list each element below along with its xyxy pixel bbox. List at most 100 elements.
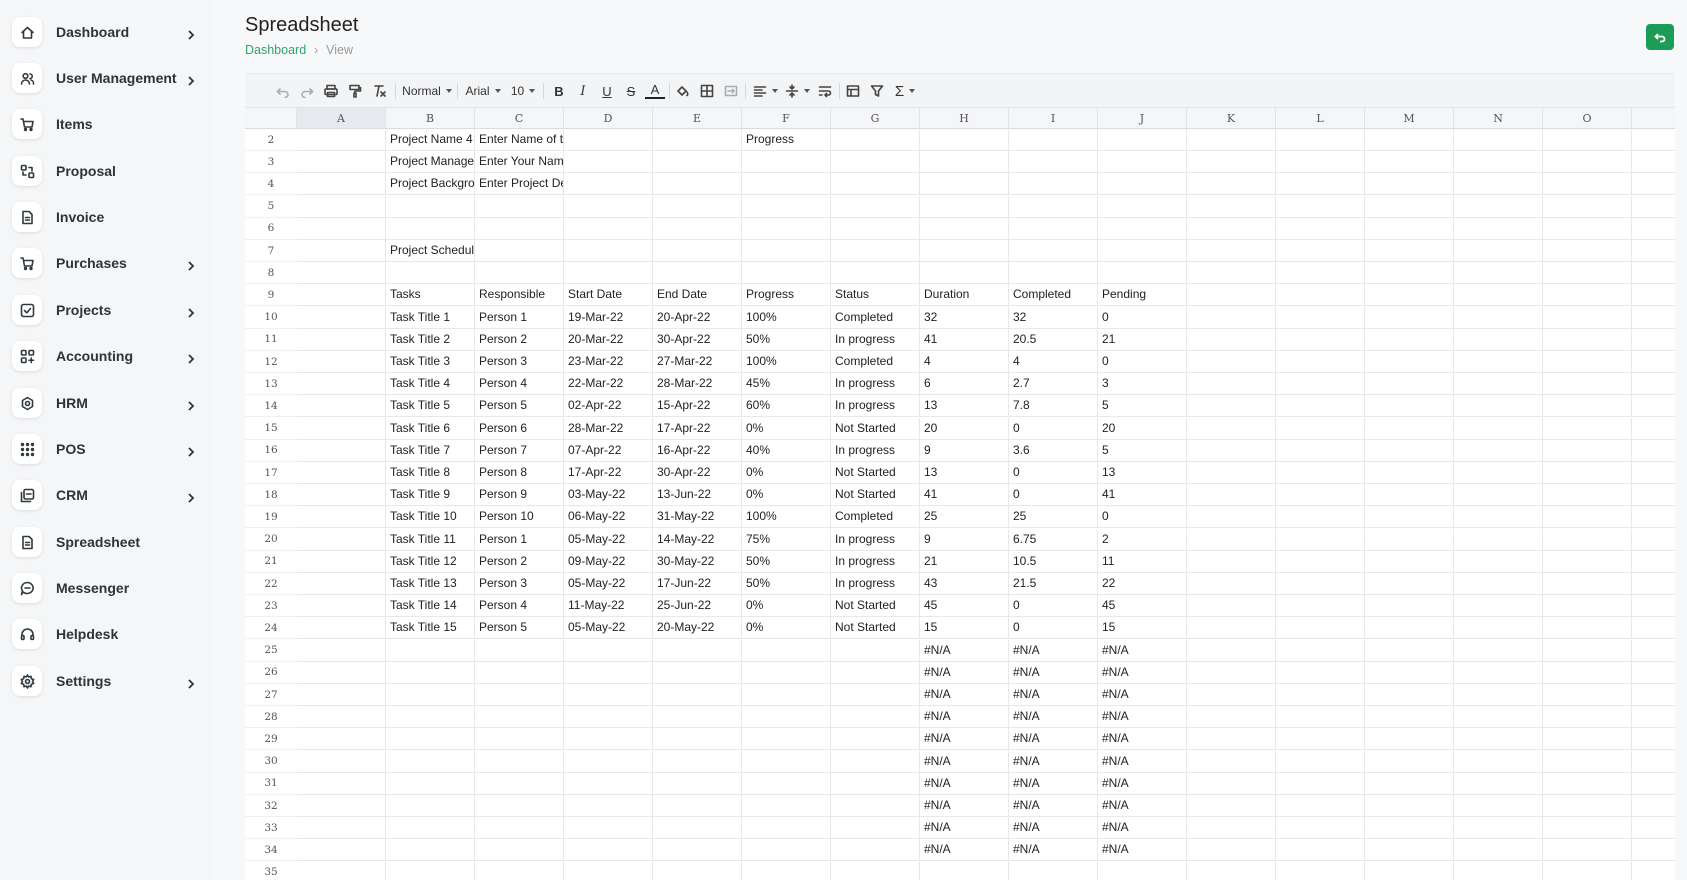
cell-d[interactable] [564,151,653,174]
cell-b[interactable]: Task Title 4 [386,373,475,396]
row-header[interactable]: 14 [245,395,297,418]
cell[interactable] [1632,196,1675,218]
cell-b[interactable]: Task Title 8 [386,462,475,484]
cell-c[interactable] [475,217,564,240]
cell-n[interactable] [1454,573,1543,595]
cell-o[interactable] [1543,462,1632,484]
cell-d[interactable] [564,173,653,196]
cell-a[interactable] [297,262,386,285]
cell-c[interactable]: Person 3 [475,573,564,595]
cell-b[interactable]: Task Title 13 [386,573,475,595]
cell-f[interactable]: 0% [742,417,831,440]
cell-o[interactable] [1543,151,1632,174]
cell-c[interactable] [475,684,564,706]
cell-l[interactable] [1276,728,1365,751]
cell-l[interactable] [1276,173,1365,196]
cell-i[interactable]: #N/A [1009,661,1098,684]
cell-h[interactable]: #N/A [920,750,1009,773]
cell-f[interactable]: 45% [742,373,831,396]
cell-c[interactable] [475,772,564,795]
cell-d[interactable]: 05-May-22 [564,528,653,551]
cell-j[interactable] [1098,217,1187,240]
cell-k[interactable] [1187,617,1276,640]
sidebar-item-settings[interactable]: Settings [12,663,202,699]
cell-o[interactable] [1543,306,1632,329]
cell-g[interactable] [831,262,920,285]
cell-g[interactable] [831,661,920,684]
cell-h[interactable] [920,129,1009,151]
cell[interactable] [1632,351,1675,373]
row-header[interactable]: 2 [245,129,297,151]
cell-o[interactable] [1543,528,1632,551]
cell-d[interactable]: 19-Mar-22 [564,306,653,329]
cell-i[interactable] [1009,173,1098,196]
cell-d[interactable]: 17-Apr-22 [564,462,653,484]
cell-c[interactable]: Person 9 [475,484,564,507]
cell-h[interactable]: #N/A [920,839,1009,862]
row-header[interactable]: 8 [245,262,297,285]
cell-k[interactable] [1187,328,1276,351]
cell-j[interactable]: 20 [1098,417,1187,440]
cell-c[interactable]: Enter Your Name [475,151,564,174]
cell-l[interactable] [1276,617,1365,640]
cell-i[interactable] [1009,151,1098,174]
cell-g[interactable] [831,817,920,840]
cell-i[interactable]: 0 [1009,595,1098,618]
row-header[interactable]: 10 [245,307,297,329]
sidebar-item-accounting[interactable]: Accounting [12,338,202,374]
sidebar-item-user-management[interactable]: User Management [12,60,202,96]
cell-k[interactable] [1187,772,1276,795]
cell-h[interactable]: 45 [920,595,1009,618]
cell-f[interactable]: 0% [742,617,831,640]
sidebar-item-items[interactable]: Items [12,106,202,142]
cell-g[interactable]: In progress [831,573,920,595]
row-header[interactable]: 24 [245,617,297,640]
cell-e[interactable] [653,173,742,196]
cell-n[interactable] [1454,861,1543,880]
cell-k[interactable] [1187,462,1276,484]
cell-o[interactable] [1543,217,1632,240]
cell-d[interactable]: 22-Mar-22 [564,373,653,396]
cell-l[interactable] [1276,795,1365,817]
cell-i[interactable] [1009,129,1098,151]
cell-k[interactable] [1187,240,1276,262]
cell[interactable] [1632,151,1675,174]
cell-e[interactable]: 13-Jun-22 [653,484,742,507]
cell-e[interactable] [653,151,742,174]
cell-n[interactable] [1454,550,1543,573]
cell-j[interactable]: 2 [1098,528,1187,551]
cell-m[interactable] [1365,639,1454,662]
text-color-button[interactable]: A [645,81,665,99]
cell-i[interactable]: 0 [1009,417,1098,440]
cell-j[interactable]: #N/A [1098,750,1187,773]
cell-o[interactable] [1543,839,1632,862]
cell-f[interactable] [742,817,831,840]
cell-m[interactable] [1365,462,1454,484]
cell-g[interactable]: Completed [831,506,920,529]
cell-l[interactable] [1276,240,1365,262]
cell-l[interactable] [1276,661,1365,684]
cell-b[interactable]: Project Background [386,173,475,196]
cell-a[interactable] [297,328,386,351]
cell[interactable] [1632,307,1675,329]
cell-d[interactable] [564,706,653,729]
cell-b[interactable] [386,661,475,684]
cell-a[interactable] [297,861,386,880]
cell-n[interactable] [1454,351,1543,373]
cell-m[interactable] [1365,661,1454,684]
row-header[interactable]: 9 [245,284,297,307]
cell-i[interactable]: 0 [1009,617,1098,640]
cell-h[interactable]: #N/A [920,772,1009,795]
cell-j[interactable] [1098,240,1187,262]
cell-n[interactable] [1454,839,1543,862]
cell-d[interactable]: 20-Mar-22 [564,328,653,351]
sidebar-item-invoice[interactable]: Invoice [12,199,202,235]
cell-e[interactable] [653,129,742,151]
cell-i[interactable] [1009,262,1098,285]
sidebar-item-messenger[interactable]: Messenger [12,570,202,606]
cell-k[interactable] [1187,639,1276,662]
cell-i[interactable]: 2.7 [1009,373,1098,396]
cell-a[interactable] [297,129,386,151]
cell-l[interactable] [1276,129,1365,151]
strikethrough-button[interactable]: S [621,81,641,101]
